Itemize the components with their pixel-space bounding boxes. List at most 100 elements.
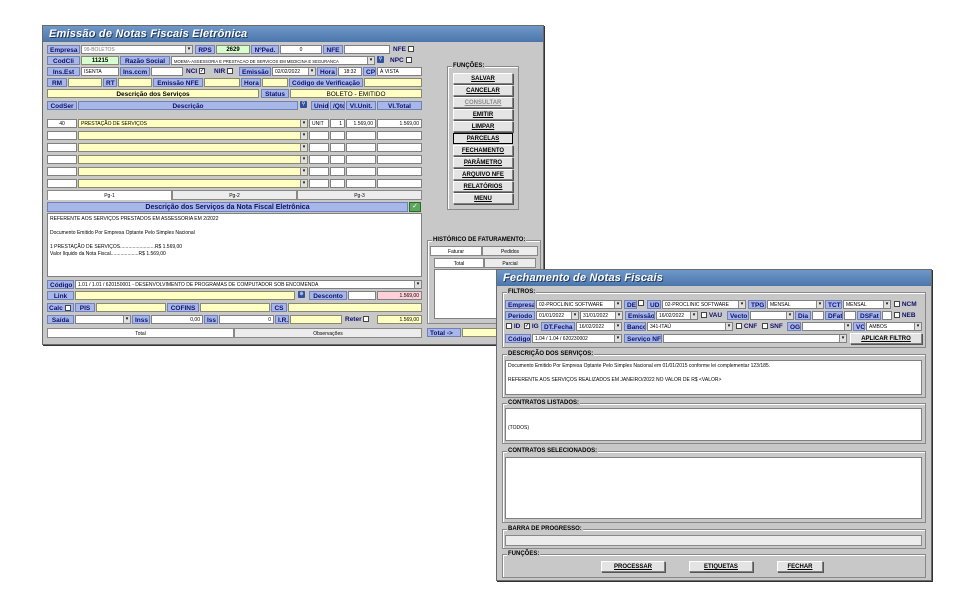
chevron-down-icon[interactable]: ▾	[614, 301, 621, 308]
chevron-down-icon[interactable]: ▾	[123, 316, 130, 323]
chevron-down-icon[interactable]: ▾	[839, 335, 846, 342]
empresa-select[interactable]: 99-BOLETOS ▾	[81, 45, 193, 54]
ir-field[interactable]	[290, 315, 342, 324]
tab-pedidos[interactable]: Pedidos	[482, 246, 538, 256]
description-textarea[interactable]: Documento Emitido Por Empresa Optante Pe…	[505, 360, 922, 395]
calc-checkbox[interactable]: Calc	[47, 303, 74, 312]
banco-select[interactable]: 341-ITAÚ ▾	[647, 322, 733, 331]
chevron-down-icon[interactable]: ▾	[300, 180, 307, 187]
dtfecha-date[interactable]: 16/02/2022 ▾	[576, 322, 622, 331]
chevron-down-icon[interactable]: ▾	[816, 301, 823, 308]
tct-select[interactable]: MENSAL ▾	[843, 300, 891, 309]
vecto-select[interactable]: ▾	[750, 311, 794, 320]
chevron-down-icon[interactable]: ▾	[300, 168, 307, 175]
tab-total-history[interactable]: Total	[434, 258, 484, 268]
insest-field[interactable]: ISENTA	[81, 67, 119, 76]
cofins-field[interactable]	[200, 303, 270, 312]
contratos-listados-list[interactable]: (TODOS)	[505, 408, 922, 441]
chevron-down-icon[interactable]: ▾	[614, 323, 621, 330]
iss-field[interactable]: 0	[219, 315, 274, 324]
nir-checkbox[interactable]: NIR	[213, 67, 237, 76]
chevron-down-icon[interactable]: ▾	[883, 301, 890, 308]
emissao-nfe-field[interactable]	[204, 78, 240, 87]
chevron-down-icon[interactable]: ▾	[185, 46, 192, 53]
limpar-button[interactable]: LIMPAR	[453, 121, 513, 132]
nf-description-textarea[interactable]: REFERENTE AOS SERVIÇOS PRESTADOS EM ASSE…	[47, 213, 422, 277]
chevron-down-icon[interactable]: ▾	[786, 312, 793, 319]
cnf-checkbox[interactable]: CNF	[735, 322, 761, 331]
row-qtd[interactable]: 1	[330, 119, 345, 128]
emitir-button[interactable]: EMITIR	[453, 109, 513, 120]
etiquetas-button[interactable]: ETIQUETAS	[689, 561, 753, 572]
chevron-down-icon[interactable]: ▾	[300, 156, 307, 163]
snf-checkbox[interactable]: SNF	[761, 322, 787, 331]
relatorios-button[interactable]: RELATÓRIOS	[453, 181, 513, 192]
tab-observacoes[interactable]: Observações	[234, 328, 422, 338]
codcli-field[interactable]: 11215	[81, 56, 119, 65]
tab-pg-1[interactable]: Pg-1	[47, 190, 172, 200]
cs-field[interactable]	[288, 303, 422, 312]
contratos-selecionados-list[interactable]	[505, 457, 922, 519]
check-icon[interactable]: ✓	[409, 202, 421, 212]
cp-field[interactable]: À VISTA	[377, 67, 422, 76]
npc-checkbox[interactable]: NPC	[389, 56, 422, 65]
periodo-start-date[interactable]: 01/01/2022 ▾	[536, 311, 579, 320]
nfe-field[interactable]	[344, 45, 390, 54]
link-field[interactable]	[75, 291, 295, 300]
processar-button[interactable]: PROCESSAR	[601, 561, 665, 572]
hora2-field[interactable]	[262, 78, 288, 87]
hora-field[interactable]: 18:32	[338, 67, 362, 76]
chevron-down-icon[interactable]: ▾	[615, 312, 622, 319]
globe-icon[interactable]: ⊕	[298, 291, 308, 300]
chevron-down-icon[interactable]: ▾	[844, 323, 851, 330]
de-checkbox[interactable]	[638, 300, 646, 309]
row-codser[interactable]: 40	[47, 119, 77, 128]
binoculars-icon[interactable]: ⚲	[377, 56, 387, 65]
codverif-field[interactable]	[364, 78, 422, 87]
tab-pg-2[interactable]: Pg-2	[172, 190, 297, 200]
empresa-select[interactable]: 02-PROCLINIC SOFTWARE ▾	[536, 300, 622, 309]
binoculars-icon[interactable]: ⚲	[300, 101, 310, 110]
rt-field[interactable]	[118, 78, 152, 87]
parametro-button[interactable]: PARÂMETRO	[453, 157, 513, 168]
list-item[interactable]: (TODOS)	[508, 425, 919, 432]
ig-checkbox[interactable]: ✓ IG	[523, 322, 540, 331]
menu-button[interactable]: MENU	[453, 193, 513, 204]
chevron-down-icon[interactable]: ▾	[614, 335, 621, 342]
nfe-checkbox[interactable]: NFE	[392, 45, 422, 54]
row-unid[interactable]: UNIT	[309, 119, 329, 128]
chevron-down-icon[interactable]: ▾	[367, 57, 374, 64]
chevron-down-icon[interactable]: ▾	[725, 323, 732, 330]
razao-social-select[interactable]: MOEMA-ASSESSORIA E PRESTACAO DE SERVICOS…	[171, 56, 375, 65]
tab-faturar[interactable]: Faturar	[430, 246, 482, 256]
insccm-field[interactable]	[151, 67, 183, 76]
inss-field[interactable]: 0,00	[151, 315, 203, 324]
emissao-date-field[interactable]: 02/02/2022 ▾	[272, 67, 316, 76]
emissao-date[interactable]: 16/02/2022 ▾	[656, 311, 698, 320]
parcelas-button[interactable]: PARCELAS	[453, 133, 513, 144]
chevron-down-icon[interactable]: ▾	[914, 323, 921, 330]
tab-pg-3[interactable]: Pg-3	[297, 190, 422, 200]
tab-total[interactable]: Total	[47, 328, 234, 338]
chevron-down-icon[interactable]: ▾	[308, 68, 315, 75]
reter-checkbox[interactable]: Reter	[344, 315, 377, 324]
servico-nf-select[interactable]: ▾	[663, 334, 847, 343]
fechar-button[interactable]: FECHAR	[777, 561, 823, 572]
row-descricao[interactable]: PRESTAÇÃO DE SERVIÇOS ▾	[78, 119, 308, 128]
pis-field[interactable]	[96, 303, 166, 312]
tpg-select[interactable]: MENSAL ▾	[767, 300, 824, 309]
tab-parcial[interactable]: Parcial	[484, 258, 536, 268]
nped-field[interactable]: 0	[280, 45, 322, 54]
chevron-down-icon[interactable]: ▾	[690, 312, 697, 319]
chevron-down-icon[interactable]: ▾	[414, 281, 421, 288]
nci-checkbox[interactable]: NCI ✓	[185, 67, 211, 76]
codigo-select[interactable]: 1.04 / 1.04 / 620230002 ▾	[532, 334, 622, 343]
salvar-button[interactable]: SALVAR	[453, 73, 513, 84]
ncm-checkbox[interactable]: NCM	[893, 300, 923, 309]
aplicar-filtro-button[interactable]: APLICAR FILTRO	[850, 333, 922, 344]
desconto-field[interactable]	[348, 291, 376, 300]
dia-field[interactable]	[812, 311, 824, 320]
consultar-button[interactable]: CONSULTAR	[453, 97, 513, 108]
arquivo-nfe-button[interactable]: ARQUIVO NFE	[453, 169, 513, 180]
fechamento-button[interactable]: FECHAMENTO	[453, 145, 513, 156]
